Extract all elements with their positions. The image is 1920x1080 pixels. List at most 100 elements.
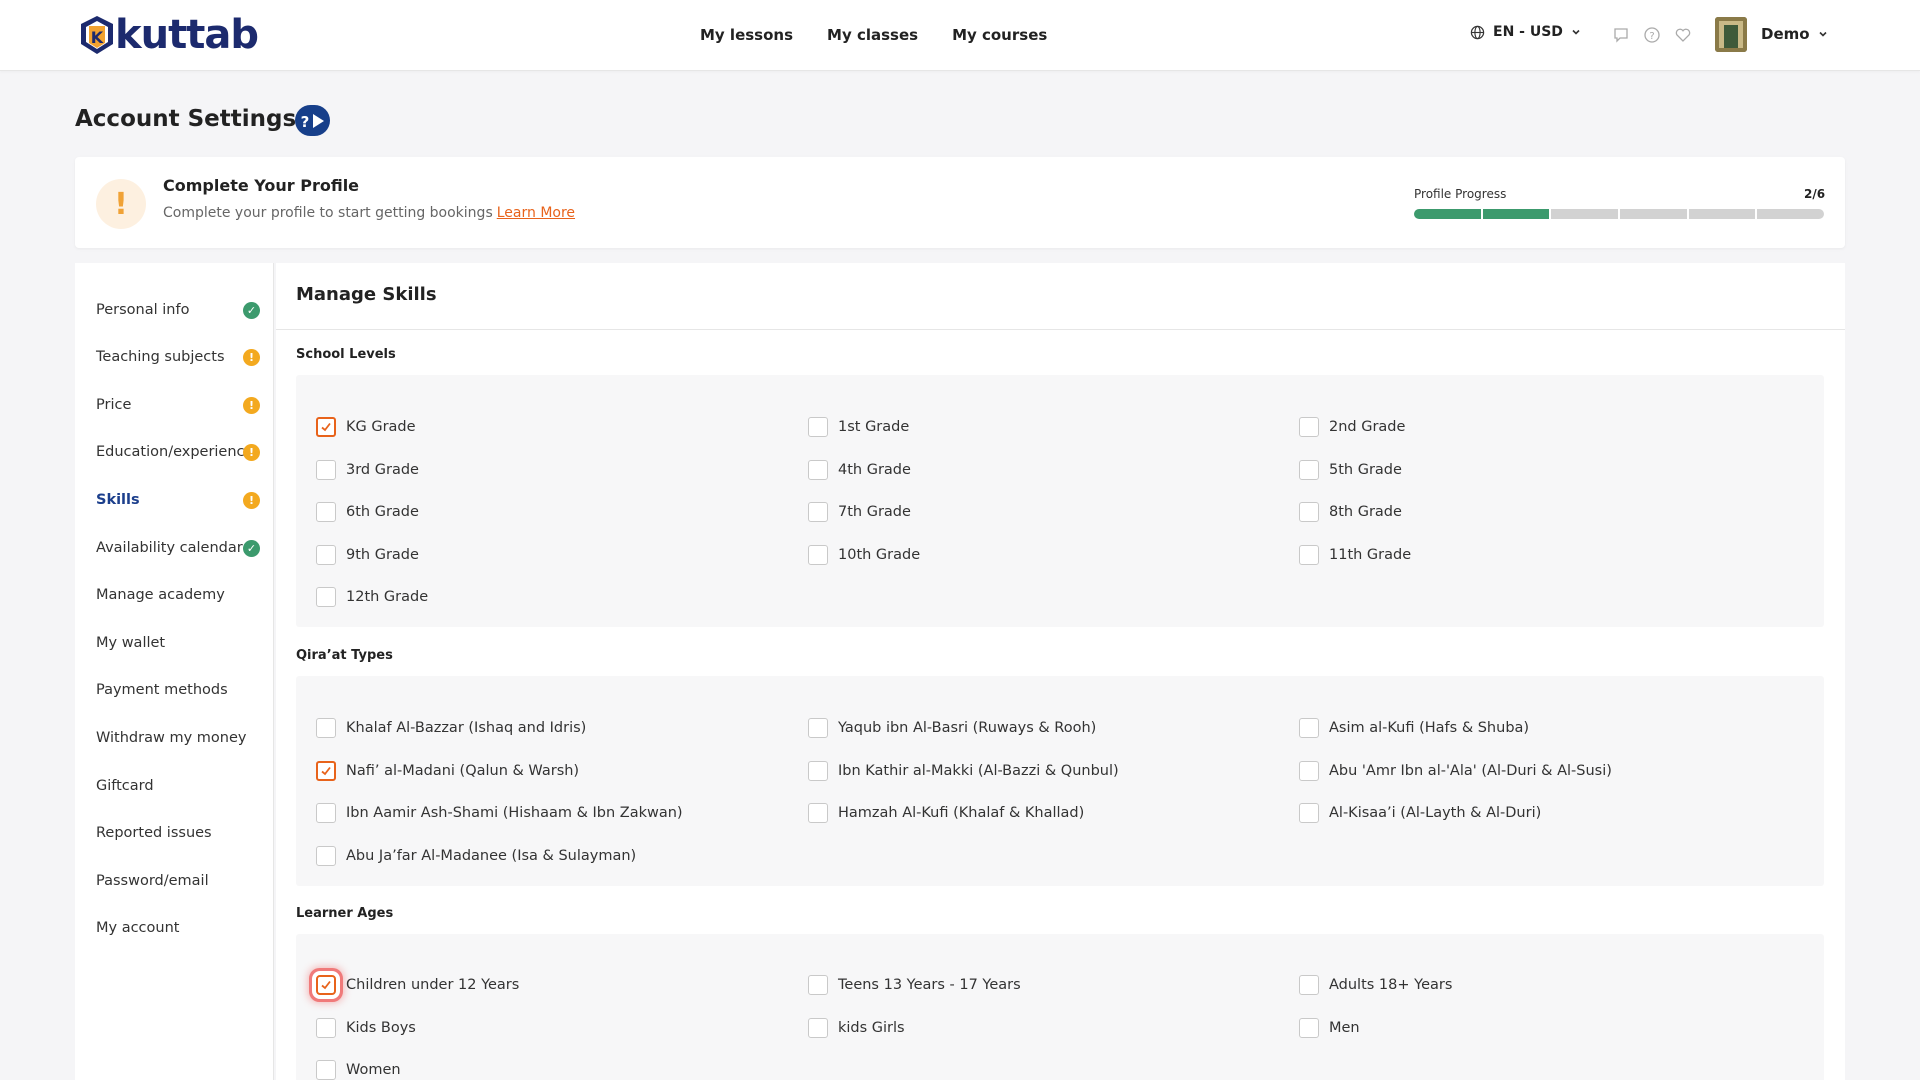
skill-option[interactable]: Al-Kisaa’i (Al-Layth & Al-Duri) [1299, 801, 1541, 825]
skill-option[interactable]: 5th Grade [1299, 458, 1402, 482]
skill-option[interactable]: Nafi’ al-Madani (Qalun & Warsh) [316, 759, 579, 783]
sidebar-item-giftcard[interactable]: Giftcard [96, 774, 266, 798]
skill-option[interactable]: 1st Grade [808, 415, 909, 439]
nav-my-classes[interactable]: My classes [827, 26, 918, 44]
skill-option[interactable]: KG Grade [316, 415, 416, 439]
complete-profile-card: ! Complete Your Profile Complete your pr… [75, 157, 1845, 248]
skill-checkbox[interactable] [316, 1017, 336, 1038]
skill-option[interactable]: Ibn Aamir Ash-Shami (Hishaam & Ibn Zakwa… [316, 801, 683, 825]
skill-checkbox[interactable] [316, 459, 336, 480]
skill-checkbox[interactable] [316, 544, 336, 565]
skill-checkbox[interactable] [1299, 803, 1319, 823]
skill-checkbox[interactable] [808, 544, 828, 565]
skill-checkbox[interactable] [808, 1017, 828, 1038]
heart-icon[interactable] [1674, 26, 1692, 44]
skill-option[interactable]: 4th Grade [808, 458, 911, 482]
skill-option[interactable]: Men [1299, 1016, 1360, 1040]
skill-option[interactable]: 7th Grade [808, 500, 911, 524]
sidebar-item-personal-info[interactable]: Personal info [96, 298, 266, 322]
sidebar-item-availability-calendar[interactable]: Availability calendar [96, 536, 266, 560]
skill-option[interactable]: 10th Grade [808, 543, 920, 567]
profile-card-title: Complete Your Profile [163, 176, 360, 195]
skill-checkbox[interactable] [808, 718, 828, 738]
skill-checkbox[interactable] [1299, 975, 1319, 995]
skill-checkbox[interactable] [1299, 417, 1319, 437]
skill-option[interactable]: Ibn Kathir al-Makki (Al-Bazzi & Qunbul) [808, 759, 1119, 783]
skill-option[interactable]: 8th Grade [1299, 500, 1402, 524]
skill-option[interactable]: Kids Boys [316, 1016, 416, 1040]
skill-option[interactable]: Khalaf Al-Bazzar (Ishaq and Idris) [316, 716, 586, 740]
skill-checkbox[interactable] [1299, 1017, 1319, 1038]
skill-checkbox[interactable] [808, 502, 828, 522]
sidebar-item-manage-academy[interactable]: Manage academy [96, 583, 266, 607]
sidebar-item-label: Teaching subjects [96, 349, 225, 365]
sidebar-item-reported-issues[interactable]: Reported issues [96, 821, 266, 845]
avatar[interactable] [1715, 17, 1747, 52]
skill-checkbox[interactable] [1299, 718, 1319, 738]
skill-option[interactable]: kids Girls [808, 1016, 905, 1040]
sidebar-item-withdraw-my-money[interactable]: Withdraw my money [96, 726, 266, 750]
skill-checkbox[interactable] [316, 803, 336, 823]
kuttab-logo[interactable]: K kuttab [77, 13, 259, 57]
skill-option[interactable]: Abu 'Amr Ibn al-'Ala' (Al-Duri & Al-Susi… [1299, 759, 1612, 783]
skill-option[interactable]: Yaqub ibn Al-Basri (Ruways & Rooh) [808, 716, 1096, 740]
sidebar-item-education-experience[interactable]: Education/experience [96, 440, 266, 464]
skill-option[interactable]: Abu Ja’far Al-Madanee (Isa & Sulayman) [316, 844, 636, 868]
help-video-button[interactable]: ? [295, 105, 330, 136]
skill-option[interactable]: 12th Grade [316, 585, 428, 609]
skill-option[interactable]: Asim al-Kufi (Hafs & Shuba) [1299, 716, 1529, 740]
profile-progress-label: Profile Progress [1414, 187, 1507, 201]
chat-icon[interactable] [1612, 26, 1630, 44]
manage-skills-panel: Manage Skills School Levels KG Grade 1st G… [276, 263, 1845, 1080]
skill-option-label: 1st Grade [838, 419, 910, 435]
skill-option[interactable]: 9th Grade [316, 543, 419, 567]
skill-checkbox[interactable] [808, 417, 828, 437]
skill-checkbox[interactable] [808, 803, 828, 823]
skill-checkbox[interactable] [316, 760, 336, 781]
skill-checkbox[interactable] [1299, 502, 1319, 522]
skill-option[interactable]: 3rd Grade [316, 458, 419, 482]
sidebar-item-label: My wallet [96, 635, 166, 651]
skill-option[interactable]: 11th Grade [1299, 543, 1411, 567]
skill-option[interactable]: 6th Grade [316, 500, 419, 524]
skill-checkbox[interactable] [1299, 544, 1319, 565]
profile-card-subtitle-text: Complete your profile to start getting b… [163, 205, 493, 221]
skill-checkbox[interactable] [1299, 760, 1319, 781]
skill-checkbox[interactable] [316, 975, 336, 995]
skill-option-label: Adults 18+ Years [1329, 977, 1453, 993]
sidebar-item-price[interactable]: Price [96, 393, 266, 417]
learn-more-link[interactable]: Learn More [497, 205, 575, 221]
page-title: Account Settings [75, 106, 297, 132]
skill-option-label: Hamzah Al-Kufi (Khalaf & Khallad) [838, 805, 1085, 821]
logo-mark-icon: K [77, 14, 117, 56]
user-menu[interactable]: Demo [1761, 25, 1828, 43]
sidebar-item-payment-methods[interactable]: Payment methods [96, 678, 266, 702]
nav-my-courses[interactable]: My courses [952, 26, 1047, 44]
skill-checkbox[interactable] [808, 459, 828, 480]
skill-option[interactable]: Adults 18+ Years [1299, 973, 1452, 997]
sidebar-item-password-email[interactable]: Password/email [96, 869, 266, 893]
sidebar-item-teaching-subjects[interactable]: Teaching subjects [96, 345, 266, 369]
skill-checkbox[interactable] [316, 417, 336, 437]
language-currency-selector[interactable]: EN - USD [1470, 24, 1581, 40]
skill-checkbox[interactable] [316, 845, 336, 866]
skill-checkbox[interactable] [316, 502, 336, 522]
skill-option[interactable]: Children under 12 Years [316, 973, 519, 997]
skill-checkbox[interactable] [316, 718, 336, 738]
nav-my-lessons[interactable]: My lessons [700, 26, 793, 44]
help-icon[interactable]: ? [1643, 26, 1661, 44]
skill-option[interactable]: 2nd Grade [1299, 415, 1405, 439]
skill-checkbox[interactable] [808, 760, 828, 781]
skill-option[interactable]: Teens 13 Years - 17 Years [808, 973, 1021, 997]
skill-checkbox[interactable] [1299, 459, 1319, 480]
skill-checkbox[interactable] [316, 587, 336, 607]
skill-checkbox[interactable] [808, 975, 828, 995]
skill-option[interactable]: Hamzah Al-Kufi (Khalaf & Khallad) [808, 801, 1084, 825]
svg-text:?: ? [300, 113, 309, 131]
skill-option[interactable]: Women [316, 1058, 401, 1080]
skill-checkbox[interactable] [316, 1060, 336, 1080]
panel-header: Manage Skills [276, 263, 1845, 330]
sidebar-item-my-wallet[interactable]: My wallet [96, 631, 266, 655]
sidebar-item-my-account[interactable]: My account [96, 916, 266, 940]
sidebar-item-skills[interactable]: Skills [96, 488, 266, 512]
